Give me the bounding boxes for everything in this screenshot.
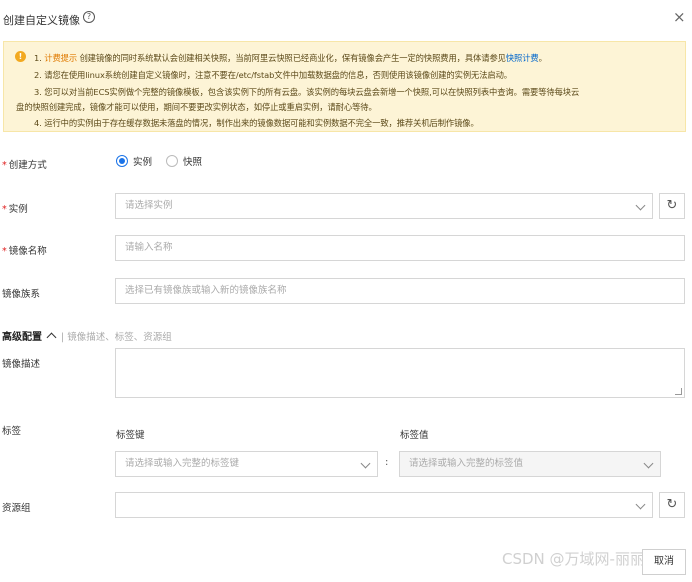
refresh-icon: ↻ [666,497,678,512]
tag-value-label: 标签值 [400,430,429,441]
chevron-down-icon [360,458,371,469]
chevron-down-icon [643,458,654,469]
watermark: CSDN @万域网-丽丽 [502,550,645,568]
chevron-down-icon [635,200,646,211]
resource-group-refresh-button[interactable]: ↻ [659,492,685,518]
instance-refresh-button[interactable]: ↻ [659,193,685,219]
close-icon[interactable]: × [673,8,686,26]
advanced-config-hint: | 镜像描述、标签、资源组 [61,331,172,343]
notice-line-3: 3. 您可以对当前ECS实例做个完整的镜像模板，包含该实例下的所有云盘。该实例的… [34,87,580,97]
description-textarea[interactable] [115,348,685,398]
resource-group-label: 资源组 [2,503,31,514]
billing-notice: ! 1. 计费提示 创建镜像的同时系统默认会创建相关快照，当前阿里云快照已经商业… [3,41,686,132]
radio-snapshot[interactable]: 快照 [166,154,202,168]
notice-line-4: 4. 运行中的实例由于存在缓存数据未落盘的情况，制作出来的镜像数据可能和实例数据… [34,118,479,128]
chevron-down-icon [635,499,646,510]
tags-label: 标签 [2,426,22,437]
image-name-input[interactable]: 请输入名称 [115,235,685,261]
instance-select[interactable]: 请选择实例 [115,193,653,219]
tag-separator: : [385,457,389,468]
notice-line-2: 2. 请您在使用linux系统创建自定义镜像时，注意不要在/etc/fstab文… [34,70,512,80]
image-family-label: 镜像族系 [2,289,41,300]
resource-group-select[interactable] [115,492,653,518]
tag-key-select[interactable]: 请选择或输入完整的标签键 [115,451,378,477]
instance-label: * 实例 [2,204,28,215]
tag-key-label: 标签键 [116,430,145,441]
image-family-input[interactable]: 选择已有镜像族或输入新的镜像族名称 [115,278,685,304]
chevron-up-icon[interactable] [46,332,57,343]
warning-icon: ! [15,51,26,62]
image-name-label: * 镜像名称 [2,246,47,257]
description-label: 镜像描述 [2,359,41,370]
snapshot-billing-link[interactable]: 快照计费 [506,53,539,63]
advanced-config-toggle[interactable]: 高级配置 | 镜像描述、标签、资源组 [2,328,172,344]
create-method-label: * 创建方式 [2,160,47,171]
billing-tag: 计费提示 [44,53,78,63]
help-icon[interactable]: ? [83,11,95,23]
radio-snapshot-dot[interactable] [166,155,178,167]
resize-handle-icon[interactable] [675,388,682,395]
refresh-icon: ↻ [666,198,678,213]
cancel-button[interactable]: 取消 [642,549,686,575]
radio-instance-dot[interactable] [116,155,128,167]
tag-value-select[interactable]: 请选择或输入完整的标签值 [399,451,661,477]
dialog-header: 创建自定义镜像 ? × [0,0,692,38]
notice-line-3b: 盘的快照创建完成，镜像才能可以使用，期间不要更改实例状态，如停止或重启实例，请耐… [16,102,377,112]
notice-line-1: 1. 计费提示 创建镜像的同时系统默认会创建相关快照，当前阿里云快照已经商业化，… [34,53,547,63]
dialog-title: 创建自定义镜像 [3,14,80,27]
radio-instance[interactable]: 实例 [116,154,152,168]
